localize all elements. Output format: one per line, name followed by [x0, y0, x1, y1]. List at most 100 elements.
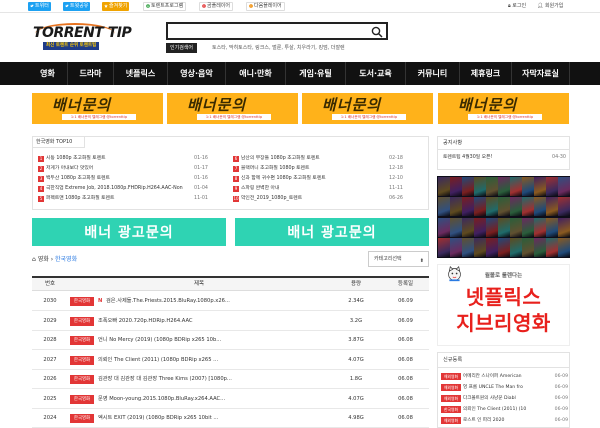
poster-collage[interactable] [437, 176, 570, 258]
daum-player-button[interactable]: 다음플레이어 [246, 2, 285, 11]
top10-item[interactable]: 6 남산의 부장들 1080p 초고화질 토렌트 02-18 [233, 155, 405, 163]
banner-ad[interactable]: 배너문의 1:1 배너문의 텔레그램 @torrenttip [438, 93, 569, 124]
top10-item[interactable]: 4 극한직업 Extreme Job, 2018.1080p.FHDRip.H26… [38, 185, 210, 193]
movie-poster-thumbnail [461, 238, 474, 257]
twitter-button-label: 트위터 [35, 3, 49, 9]
tweet-share-button[interactable]: 트윗공유 [63, 2, 91, 11]
col-title: 제목 [193, 281, 205, 287]
new-registration-item[interactable]: 해외영화 엉 프롬 UNCLE The Man fro 06-09 [441, 383, 568, 392]
category-badge[interactable]: 한국영화 [70, 316, 94, 326]
category-badge[interactable]: 한국영화 [70, 414, 94, 423]
new-registrations-panel: 신규등록 해외영화 어메리칸 스나이퍼 American 06-09 해외영화 엉 프롬… [437, 352, 570, 428]
row-date: 06.09 [398, 298, 413, 304]
row-title[interactable]: 검은.사제들.The.Priests.2015.BluRay.1080p.x26… [106, 292, 328, 311]
top10-item[interactable]: 5 퍼펙트맨 1080p 초고화질 토렌트 11-01 [38, 195, 210, 203]
table-row[interactable]: 2025 한국영화 문영 Moon-young.2015.1080p.BluRay.… [32, 390, 429, 409]
top10-item[interactable]: 1 시동 1080p 초고화질 토렌트 01-16 [38, 155, 210, 163]
category-badge[interactable]: 한국영화 [70, 375, 94, 384]
row-title[interactable]: 엑시트 EXIT (2019) (1080p BDRip x265 10bit … [98, 409, 328, 428]
ad-strip[interactable]: 배너 광고문의 [32, 218, 226, 246]
new-registration-item[interactable]: 해외영화 다크볼트원의 사냥꾼 Diabl 06-09 [441, 394, 568, 403]
table-row[interactable]: 2029 한국영화 조폭오빠 2020.720p.HDRip.H264.AAC 3.2… [32, 312, 429, 331]
new-registration-item[interactable]: 한국영화 의뢰인 The Client (2011) (10 06-09 [441, 405, 568, 414]
table-row[interactable]: 2024 한국영화 엑시트 EXIT (2019) (1080p BDRip x26… [32, 409, 429, 428]
search-icon[interactable] [371, 26, 383, 38]
home-icon[interactable]: ⌂ [32, 256, 36, 263]
top10-item[interactable]: 10 악인전_2019_1080p_토렌트 06-26 [233, 195, 405, 203]
nav-item-drama[interactable]: 드라마 [68, 62, 114, 85]
table-row[interactable]: 2028 한국영화 언니 No Mercy (2019) (1080p BDRip … [32, 331, 429, 350]
table-row[interactable]: 2027 한국영화 의뢰인 The Client (2011) (1080p BDR… [32, 351, 429, 370]
nav-item-anime[interactable]: 애니·만화 [226, 62, 286, 85]
new-registration-date: 06-09 [554, 385, 568, 390]
join-link[interactable]: 👤︎ 회원가입 [537, 2, 563, 11]
top10-item[interactable]: 8 신과 함께 귀수편 1080p 초고화질 토렌트 12-10 [233, 175, 405, 183]
rank-badge: 6 [233, 156, 239, 162]
row-title[interactable]: 언니 No Mercy (2019) (1080p BDRip x265 10b… [98, 331, 328, 350]
banner-ad[interactable]: 배너문의 1:1 배너문의 텔레그램 @torrenttip [32, 93, 163, 124]
top10-item[interactable]: 9 스파링 완벽한 아내 11-11 [233, 185, 405, 193]
nav-item-affiliate[interactable]: 제휴링크 [460, 62, 512, 85]
movie-poster-thumbnail [473, 176, 486, 196]
top10-tab[interactable]: 한국영화 TOP10 [33, 137, 85, 148]
rank-badge: 2 [38, 166, 44, 172]
top10-item-title: 극한직업 Extreme Job, 2018.1080p.FHDRip.H264… [46, 186, 183, 191]
banner-ad[interactable]: 배너문의 1:1 배너문의 텔레그램 @torrenttip [302, 93, 433, 124]
top10-item[interactable]: 2 저게가 아내보다 맛있어 01-17 [38, 165, 210, 173]
movie-poster-thumbnail [497, 197, 510, 216]
row-title[interactable]: 의뢰인 The Client (2011) (1080p BDRip x265 … [98, 351, 328, 370]
torrent-program-button[interactable]: 토렌트프로그램 [143, 2, 187, 11]
movie-poster-thumbnail [509, 217, 522, 237]
ad-strip[interactable]: 배너 광고문의 [235, 218, 429, 246]
bookmark-button[interactable]: 즐겨찾기 [102, 2, 130, 11]
row-date: 06.09 [398, 317, 413, 324]
nav-item-video-music[interactable]: 영상·음악 [168, 62, 226, 85]
top10-item-title: 남산의 부장들 1080p 초고화질 토렌트 [241, 156, 320, 161]
new-registration-item[interactable]: 해외영화 어메리칸 스나이퍼 American 06-09 [441, 372, 568, 381]
row-title[interactable]: 조폭오빠 2020.720p.HDRip.H264.AAC [98, 312, 328, 331]
breadcrumb-current[interactable]: 한국영화 [55, 256, 77, 263]
top10-item-title: 악인전_2019_1080p_토렌트 [241, 196, 303, 201]
movie-poster-thumbnail [557, 197, 570, 216]
login-link[interactable]: 🔒︎ 로그인 [508, 2, 526, 11]
table-row[interactable]: 2026 한국영화 김관장 대 김관장 대 김관장 Three Kims (2007… [32, 370, 429, 389]
nav-item-game-util[interactable]: 게임·유틸 [286, 62, 346, 85]
nav-item-books[interactable]: 도서·교육 [346, 62, 406, 85]
category-badge[interactable]: 한국영화 [70, 336, 94, 345]
nav-item-movie[interactable]: 영화 [28, 62, 68, 85]
promo-banner[interactable]: 월볼로 룰렌다는 넷플릭스 지브리영화 [437, 264, 570, 346]
twitter-button[interactable]: 트위터 [28, 2, 51, 11]
join-label: 회원가입 [544, 3, 564, 9]
row-title[interactable]: 문영 Moon-young.2015.1080p.BluRay.x264.AAC… [98, 390, 328, 409]
search-input[interactable] [170, 25, 360, 37]
new-registration-title: 엉 프롬 UNCLE The Man fro [463, 385, 523, 390]
category-badge[interactable]: 한국영화 [70, 355, 94, 365]
row-size: 4.07G [348, 395, 364, 402]
movie-poster-thumbnail [557, 176, 570, 196]
hot-search-terms[interactable]: 토스타, 막히토스타, 링크스, 벌룬, 투살, 치우라기, 킹덤, 더잘렌 [212, 43, 345, 53]
top10-item[interactable]: 7 블랙머니 초고화질 1080p 토렌트 12-18 [233, 165, 405, 173]
category-badge[interactable]: 한국영화 [70, 394, 94, 404]
table-row[interactable]: 2030 한국영화 N 검은.사제들.The.Priests.2015.BluRay.… [32, 292, 429, 311]
movie-poster-thumbnail [473, 238, 486, 257]
category-badge[interactable]: 한국영화 [70, 297, 94, 306]
movie-poster-thumbnail [521, 176, 534, 196]
nav-item-community[interactable]: 커뮤니티 [406, 62, 460, 85]
banner-title: 배너문의 [458, 96, 518, 114]
new-registration-item[interactable]: 해외영화 로스트 인 파리 2020 06-09 [441, 416, 568, 425]
top10-item[interactable]: 3 백두산 1080p 초고화질 토렌트 01-16 [38, 175, 210, 183]
row-title[interactable]: 김관장 대 김관장 대 김관장 Three Kims (2007) [1080p… [98, 370, 328, 389]
gom-player-button[interactable]: 곰플레이어 [199, 2, 234, 11]
site-logo[interactable]: TORRENT TIP 최신 토렌트 순위 토렌트팁 [33, 23, 132, 55]
breadcrumb-home[interactable]: 영화 [38, 256, 49, 263]
nav-item-netflix[interactable]: 넷플릭스 [114, 62, 168, 85]
banner-ad[interactable]: 배너문의 1:1 배너문의 텔레그램 @torrenttip [167, 93, 298, 124]
new-registration-date: 06-09 [554, 407, 568, 412]
category-select[interactable]: 카테고리선택 ⬍ [368, 251, 429, 267]
col-num: 번호 [44, 281, 56, 287]
notice-panel: 공지사항 토렌트팁 4월30일 오픈! 04-30 [437, 136, 570, 170]
row-num: 2025 [43, 395, 57, 402]
notice-item[interactable]: 토렌트팁 4월30일 오픈! 04-30 [443, 153, 566, 162]
row-date: 06.08 [398, 376, 413, 382]
nav-item-subtitles[interactable]: 자막자료실 [512, 62, 570, 85]
